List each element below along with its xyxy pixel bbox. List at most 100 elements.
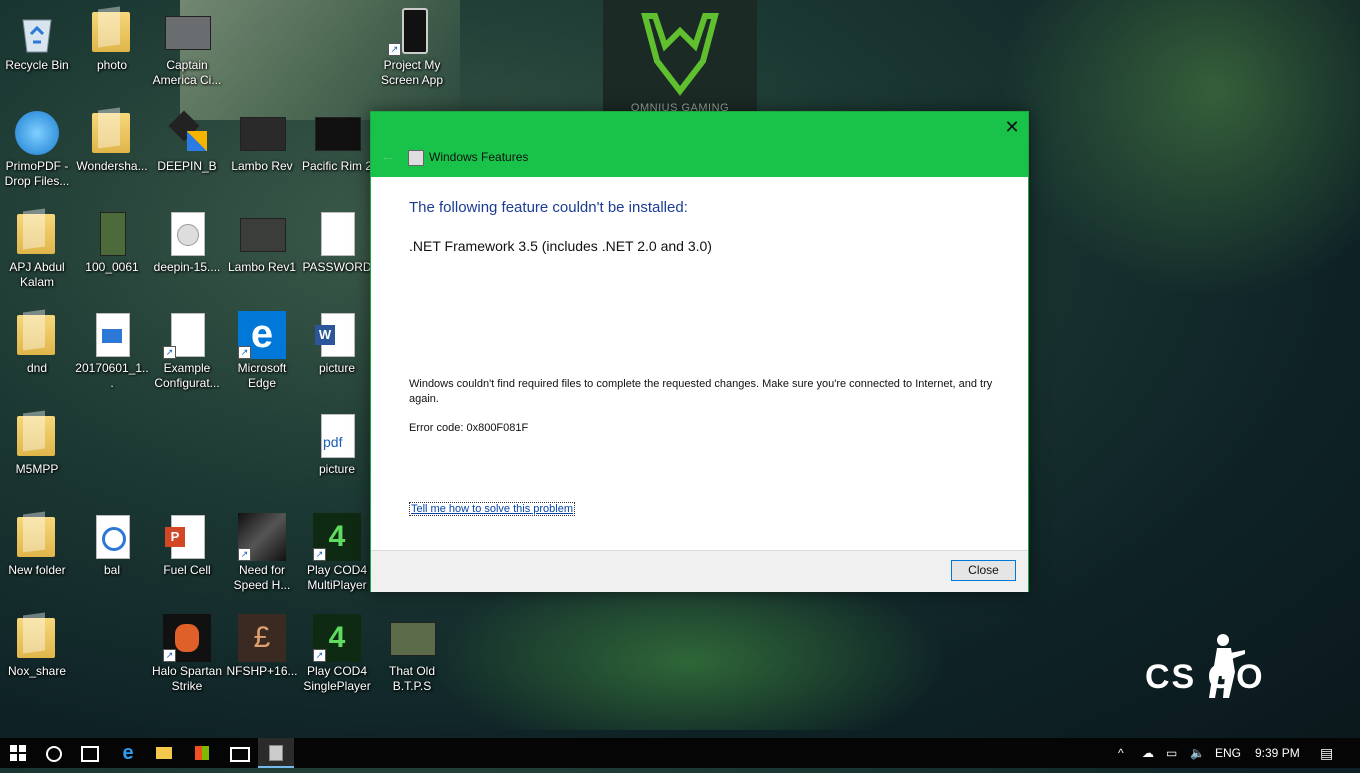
icon-label: picture — [318, 462, 356, 476]
error-code: Error code: 0x800F081F — [409, 422, 529, 434]
store-icon — [195, 746, 209, 760]
csgo-logo: CS GO — [1145, 632, 1295, 702]
desktop-icon-cod4-singleplayer[interactable]: 4 ↗ Play COD4 SinglePlayer — [300, 608, 374, 694]
desktop-icon-nox-share[interactable]: Nox_share — [0, 608, 74, 679]
desktop-icon-deepin-b[interactable]: DEEPIN_B — [150, 103, 224, 174]
icon-label: NFSHP+16... — [226, 664, 298, 678]
desktop-icon-need-for-speed[interactable]: ↗ Need for Speed H... — [225, 507, 299, 593]
action-center-icon[interactable]: ▤ — [1320, 738, 1333, 768]
desktop-icon-dnd[interactable]: dnd — [0, 305, 74, 376]
desktop-icon-bal[interactable]: bal — [75, 507, 149, 578]
game-icon: 4 ↗ — [313, 614, 361, 662]
text-file-icon — [313, 210, 361, 258]
icon-label: Project My Screen App — [380, 58, 444, 87]
desktop-icon-m5mpp[interactable]: M5MPP — [0, 406, 74, 477]
feature-name: .NET Framework 3.5 (includes .NET 2.0 an… — [409, 238, 712, 254]
volume-icon[interactable]: 🔈 — [1190, 738, 1205, 768]
game-icon: £ — [238, 614, 286, 662]
icon-label: Pacific Rim 2 — [301, 159, 372, 173]
file-explorer-icon — [156, 747, 172, 759]
folder-icon — [88, 8, 136, 56]
icon-label: Lambo Rev — [231, 159, 293, 173]
icon-label: DEEPIN_B — [157, 159, 217, 173]
desktop-icon-lambo-rev[interactable]: Lambo Rev — [225, 103, 299, 174]
folder-icon — [88, 109, 136, 157]
help-link[interactable]: Tell me how to solve this problem — [409, 502, 576, 516]
desktop-icon-project-my-screen[interactable]: ↗ Project My Screen App — [375, 2, 449, 88]
desktop-icon-captain-america[interactable]: Captain America Ci... — [150, 2, 224, 88]
game-icon: ↗ — [238, 513, 286, 561]
desktop-icon-photo[interactable]: photo — [75, 2, 149, 73]
desktop-icon-primopdf[interactable]: PrimoPDF - Drop Files... — [0, 103, 74, 189]
taskbar-file-explorer[interactable] — [146, 738, 182, 768]
desktop-icon-password[interactable]: PASSWORD — [300, 204, 374, 275]
video-file-icon — [88, 311, 136, 359]
desktop-icon-apj-abdul-kalam[interactable]: APJ Abdul Kalam — [0, 204, 74, 290]
close-button[interactable]: Close — [951, 560, 1016, 581]
folder-icon — [13, 513, 61, 561]
video-icon — [163, 8, 211, 56]
video-icon — [313, 109, 361, 157]
folder-icon — [13, 311, 61, 359]
desktop-icon-that-old-btps[interactable]: That Old B.T.P.S — [375, 608, 449, 694]
desktop-icon-microsoft-edge[interactable]: e ↗ Microsoft Edge — [225, 305, 299, 391]
desktop-icon-nfshp[interactable]: £ NFSHP+16... — [225, 608, 299, 679]
desktop-icon-pacific-rim-2[interactable]: Pacific Rim 2 — [300, 103, 374, 174]
phone-app-icon: ↗ — [388, 8, 436, 56]
icon-label: dnd — [26, 361, 48, 375]
task-view-button[interactable] — [72, 738, 108, 768]
desktop-icon-recycle-bin[interactable]: Recycle Bin — [0, 2, 74, 73]
icon-label: deepin-15.... — [153, 260, 221, 274]
icon-label: Halo Spartan Strike — [151, 664, 223, 693]
icon-label: Need for Speed H... — [233, 563, 291, 592]
icon-label: 100_0061 — [85, 260, 139, 274]
close-icon[interactable]: ✕ — [999, 116, 1025, 138]
windows-features-icon — [408, 150, 424, 166]
desktop-icon-fuel-cell[interactable]: P Fuel Cell — [150, 507, 224, 578]
error-message: Windows couldn't find required files to … — [409, 378, 993, 405]
icon-label: Recycle Bin — [5, 58, 69, 72]
omnius-gaming-logo: OMNIUS GAMING — [603, 0, 757, 114]
video-icon — [238, 109, 286, 157]
desktop-icon-20170601[interactable]: 20170601_1... — [75, 305, 149, 391]
clock[interactable]: 9:39 PM — [1255, 738, 1300, 768]
taskbar-mail[interactable] — [222, 738, 258, 768]
dialog-footer: Close — [371, 550, 1028, 592]
folder-icon — [13, 210, 61, 258]
taskbar-store[interactable] — [184, 738, 220, 768]
desktop-icon-cod4-multiplayer[interactable]: 4 ↗ Play COD4 MultiPlayer — [300, 507, 374, 593]
desktop-icon-wondershare[interactable]: Wondersha... — [75, 103, 149, 174]
onedrive-icon[interactable]: ☁ — [1142, 738, 1154, 768]
file-shortcut-icon: ↗ — [163, 311, 211, 359]
desktop-icon-halo-spartan-strike[interactable]: ↗ Halo Spartan Strike — [150, 608, 224, 694]
taskbar-windows-features[interactable] — [258, 738, 294, 768]
icon-label: M5MPP — [15, 462, 59, 476]
recycle-bin-icon — [13, 8, 61, 56]
desktop-icon-picture-pdf[interactable]: pdf picture — [300, 406, 374, 477]
dialog-content: The following feature couldn't be instal… — [371, 177, 1028, 550]
edge-icon: e — [122, 742, 134, 764]
image-icon — [88, 210, 136, 258]
desktop-icon-lambo-rev1[interactable]: Lambo Rev1 — [225, 204, 299, 275]
desktop-icon-example-configuration[interactable]: ↗ Example Configurat... — [150, 305, 224, 391]
game-icon: ↗ — [163, 614, 211, 662]
icon-label: Play COD4 MultiPlayer — [306, 563, 368, 592]
word-document-icon: W — [313, 311, 361, 359]
network-icon[interactable]: ▭ — [1166, 738, 1177, 768]
desktop-icon-new-folder[interactable]: New folder — [0, 507, 74, 578]
cortana-button[interactable] — [36, 738, 72, 768]
dialog-titlebar[interactable]: ← Windows Features ✕ — [371, 112, 1028, 177]
taskbar-edge[interactable]: e — [110, 738, 146, 768]
icon-label: Microsoft Edge — [237, 361, 287, 390]
desktop-icon-picture-word[interactable]: W picture — [300, 305, 374, 376]
edge-icon: e ↗ — [238, 311, 286, 359]
show-hidden-icons[interactable]: ^ — [1118, 738, 1124, 768]
language-indicator[interactable]: ENG — [1215, 738, 1241, 768]
start-button[interactable] — [0, 738, 36, 768]
file-icon — [88, 513, 136, 561]
desktop-icon-100-0061[interactable]: 100_0061 — [75, 204, 149, 275]
desktop-icon-deepin-iso[interactable]: deepin-15.... — [150, 204, 224, 275]
task-view-icon — [81, 746, 99, 762]
icon-label: Play COD4 SinglePlayer — [303, 664, 371, 693]
icon-label: Lambo Rev1 — [227, 260, 297, 274]
